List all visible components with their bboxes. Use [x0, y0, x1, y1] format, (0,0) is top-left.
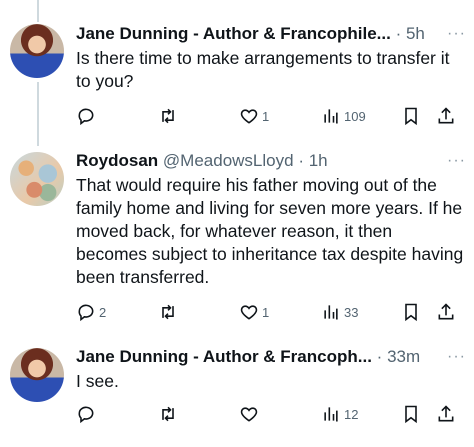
separator-dot: ·: [376, 347, 383, 366]
bookmark-icon: [405, 303, 417, 322]
reply-icon: [78, 304, 94, 322]
repost-button[interactable]: [158, 104, 181, 128]
views-button[interactable]: 109: [321, 104, 366, 128]
tweet-text: I see.: [76, 371, 119, 391]
tweet[interactable]: Roydosan @MeadowsLloyd · 1h ··· That wou…: [0, 149, 474, 329]
reply-button[interactable]: [76, 104, 99, 128]
views-count: 33: [344, 304, 359, 320]
separator-dot: ·: [395, 24, 402, 43]
share-icon: [438, 405, 454, 422]
reply-icon: [78, 108, 94, 126]
timestamp[interactable]: 5h: [406, 24, 425, 43]
like-button[interactable]: 1: [239, 104, 269, 128]
share-button[interactable]: [436, 402, 456, 426]
share-icon: [438, 303, 454, 320]
like-icon: [240, 305, 258, 320]
repost-icon: [162, 304, 174, 320]
tweet-actions: 2 1 33: [76, 300, 466, 324]
author-name[interactable]: Roydosan: [76, 151, 158, 170]
share-button[interactable]: [436, 104, 456, 128]
views-button[interactable]: 33: [321, 300, 358, 324]
more-options-icon[interactable]: ···: [447, 345, 466, 369]
tweet-actions: 1 109: [76, 104, 466, 128]
author-name[interactable]: Jane Dunning - Author & Francoph...: [76, 347, 372, 366]
more-options-icon[interactable]: ···: [447, 149, 466, 173]
like-count: 1: [262, 304, 270, 320]
like-icon: [240, 109, 258, 124]
reply-icon: [78, 406, 94, 424]
like-button[interactable]: 1: [239, 300, 269, 324]
author-handle[interactable]: @MeadowsLloyd: [163, 151, 294, 170]
avatar[interactable]: [10, 348, 64, 402]
timestamp[interactable]: 1h: [309, 151, 328, 170]
bookmark-icon: [405, 405, 417, 424]
tweet[interactable]: Jane Dunning - Author & Francoph... · 33…: [0, 345, 474, 445]
share-button[interactable]: [436, 300, 456, 324]
timestamp[interactable]: 33m: [387, 347, 420, 366]
like-button[interactable]: [239, 402, 262, 426]
tweet-header: Roydosan @MeadowsLloyd · 1h ···: [76, 149, 466, 173]
like-icon: [240, 407, 258, 422]
tweet-text: That would require his father moving out…: [76, 175, 464, 287]
bookmark-icon: [405, 107, 417, 126]
views-count: 109: [344, 108, 366, 124]
bookmark-button[interactable]: [401, 402, 421, 426]
more-options-icon[interactable]: ···: [447, 22, 466, 46]
reply-button[interactable]: 2: [76, 300, 106, 324]
repost-button[interactable]: [158, 300, 181, 324]
views-icon: [324, 407, 338, 422]
repost-icon: [162, 108, 174, 124]
author-name[interactable]: Jane Dunning - Author & Francophile...: [76, 24, 391, 43]
views-icon: [324, 109, 338, 124]
reply-count: 2: [99, 304, 107, 320]
tweet-header: Jane Dunning - Author & Francophile... ·…: [76, 22, 466, 46]
reply-button[interactable]: [76, 402, 99, 426]
views-count: 12: [344, 406, 359, 422]
tweet-actions: 12: [76, 402, 466, 426]
tweet[interactable]: Jane Dunning - Author & Francophile... ·…: [0, 22, 474, 142]
avatar[interactable]: [10, 152, 64, 206]
repost-button[interactable]: [158, 402, 181, 426]
views-button[interactable]: 12: [321, 402, 358, 426]
like-count: 1: [262, 108, 270, 124]
separator-dot: ·: [298, 151, 304, 170]
tweet-header: Jane Dunning - Author & Francoph... · 33…: [76, 345, 466, 369]
tweet-text: Is there time to make arrangements to tr…: [76, 48, 450, 91]
avatar[interactable]: [10, 24, 64, 78]
thread-line-top: [37, 0, 39, 22]
bookmark-button[interactable]: [401, 300, 421, 324]
views-icon: [324, 305, 338, 320]
share-icon: [438, 107, 454, 124]
repost-icon: [162, 406, 174, 422]
bookmark-button[interactable]: [401, 104, 421, 128]
